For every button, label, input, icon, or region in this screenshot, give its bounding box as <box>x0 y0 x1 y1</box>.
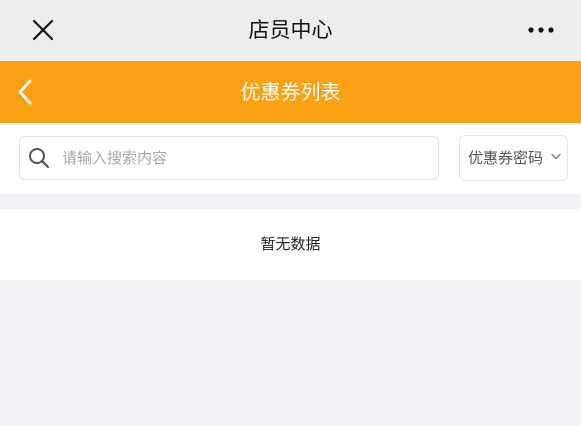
close-button[interactable] <box>28 15 58 45</box>
wechat-top-bar: 店员中心 <box>0 0 581 61</box>
more-dots-icon <box>528 27 554 33</box>
search-icon <box>29 148 50 169</box>
top-title: 店员中心 <box>248 18 333 42</box>
search-box[interactable] <box>19 136 439 180</box>
empty-message: 暂无数据 <box>260 235 321 253</box>
coupon-type-selected: 优惠券密码 <box>468 149 544 167</box>
page-header: 优惠券列表 <box>0 61 581 123</box>
coupon-list: 暂无数据 <box>0 209 581 280</box>
close-icon <box>32 19 54 41</box>
search-input[interactable] <box>62 143 422 173</box>
chevron-left-icon <box>18 79 32 105</box>
more-button[interactable] <box>523 16 559 44</box>
chevron-down-icon <box>551 153 561 160</box>
coupon-type-select[interactable]: 优惠券密码 <box>459 135 568 181</box>
search-bar: 优惠券密码 <box>0 123 581 194</box>
page-title: 优惠券列表 <box>240 80 341 104</box>
back-button[interactable] <box>10 76 40 108</box>
